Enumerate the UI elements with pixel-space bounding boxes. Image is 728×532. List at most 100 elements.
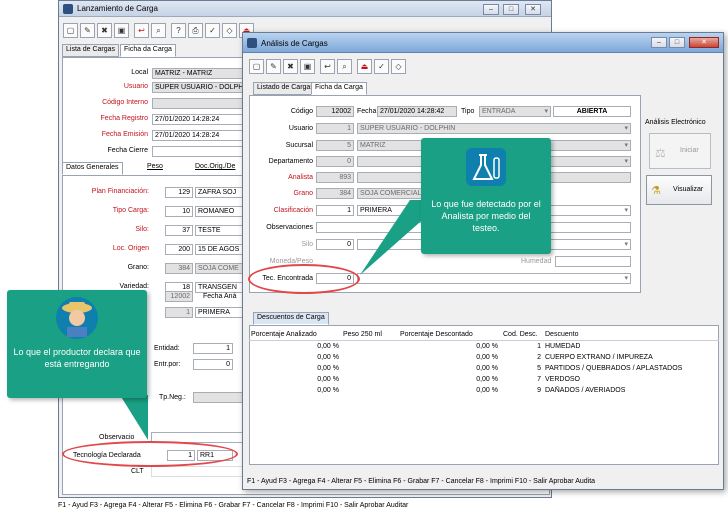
audit-icon[interactable]: ◇ bbox=[222, 23, 237, 38]
analyst-callout: Lo que fue detectado por el Analista por… bbox=[421, 138, 551, 254]
save-icon[interactable]: ▣ bbox=[300, 59, 315, 74]
analyst-callout-text: Lo que fue detectado por el Analista por… bbox=[431, 199, 541, 233]
field-label: Usuario bbox=[288, 125, 313, 132]
fecha-field[interactable]: 27/01/2020 14:28:42 bbox=[377, 106, 457, 117]
undo-icon[interactable]: ↩ bbox=[134, 23, 149, 38]
field-label: CLT bbox=[131, 468, 144, 475]
field-label: Entidad: bbox=[154, 345, 180, 352]
undo-icon[interactable]: ↩ bbox=[320, 59, 335, 74]
edit-icon[interactable]: ✎ bbox=[80, 23, 95, 38]
clt-field[interactable] bbox=[151, 466, 251, 477]
table-cell: 0,00 % bbox=[317, 387, 339, 394]
delete-icon[interactable]: ✖ bbox=[97, 23, 112, 38]
iniciar-button[interactable]: ⚖ Iniciar bbox=[649, 133, 711, 169]
code-field[interactable]: 384 bbox=[165, 263, 193, 274]
humedad-field[interactable] bbox=[555, 256, 631, 267]
new-icon[interactable]: ▢ bbox=[249, 59, 264, 74]
subtab-doc-orig[interactable]: Doc.Orig./De bbox=[192, 162, 238, 175]
table-cell: 7 bbox=[537, 376, 541, 383]
delete-icon[interactable]: ✖ bbox=[283, 59, 298, 74]
analista-code-field[interactable]: 893 bbox=[316, 172, 354, 183]
column-header: Porcentaje Descontado bbox=[400, 331, 473, 338]
subtab-peso[interactable]: Peso bbox=[144, 162, 166, 175]
maximize-button[interactable]: □ bbox=[669, 37, 685, 48]
minimize-button[interactable]: – bbox=[651, 37, 667, 48]
table-cell: 0,00 % bbox=[476, 376, 498, 383]
app-icon bbox=[247, 38, 257, 48]
field-label: Entr.por: bbox=[154, 361, 181, 368]
tab-ficha-carga[interactable]: Ficha da Carga bbox=[120, 44, 176, 57]
field-label: Departamento bbox=[268, 158, 313, 165]
table-cell: 0,00 % bbox=[476, 354, 498, 361]
help-icon[interactable]: ? bbox=[171, 23, 186, 38]
print-icon[interactable]: ⎙ bbox=[188, 23, 203, 38]
window-title: Lanzamiento de Carga bbox=[77, 4, 158, 13]
fecha-emision-field[interactable]: 27/01/2020 14:28:24 bbox=[152, 130, 252, 141]
tab-listado-cargas[interactable]: Listado de Cargas bbox=[253, 82, 318, 95]
tab-lista-cargas[interactable]: Lista de Cargas bbox=[62, 44, 120, 57]
tipo-select[interactable]: ENTRADA bbox=[479, 106, 551, 117]
close-button[interactable]: ✕ bbox=[689, 37, 719, 48]
field-label: Plan Financiación: bbox=[91, 188, 149, 195]
status-bar: F1 - Ayud F3 - Agrega F4 - Alterar F5 - … bbox=[58, 502, 409, 509]
table-cell: 0,00 % bbox=[476, 365, 498, 372]
scale-icon: ⚖ bbox=[655, 146, 666, 160]
entidad-field[interactable]: 1 bbox=[193, 343, 233, 354]
local-field[interactable]: MATRIZ - MATRIZ bbox=[152, 68, 252, 79]
fecha-registro-field[interactable]: 27/01/2020 14:28:24 bbox=[152, 114, 252, 125]
sucursal-code-field[interactable]: 5 bbox=[316, 140, 354, 151]
visualizar-button[interactable]: ⚗ Visualizar bbox=[646, 175, 712, 205]
table-cell: 0,00 % bbox=[317, 343, 339, 350]
approve-icon[interactable]: ✓ bbox=[205, 23, 220, 38]
farmer-avatar-icon bbox=[56, 297, 98, 339]
departamento-code-field[interactable]: 0 bbox=[316, 156, 354, 167]
code-field[interactable]: 1 bbox=[165, 307, 193, 318]
field-label: Código bbox=[290, 108, 313, 115]
entr-por-field[interactable]: 0 bbox=[193, 359, 233, 370]
table-cell: 0,00 % bbox=[476, 343, 498, 350]
close-button[interactable]: ✕ bbox=[525, 4, 541, 15]
usuario-code-field[interactable]: 1 bbox=[316, 123, 354, 134]
search-icon[interactable]: ⌕ bbox=[337, 59, 352, 74]
field-label: Fecha Aná bbox=[203, 293, 237, 300]
tab-ficha-carga[interactable]: Ficha da Carga bbox=[311, 82, 367, 95]
column-header: Descuento bbox=[545, 331, 579, 338]
exit-icon[interactable]: ⏏ bbox=[357, 59, 372, 74]
estado-badge: ABIERTA bbox=[553, 106, 631, 117]
save-icon[interactable]: ▣ bbox=[114, 23, 129, 38]
codigo-interno-field[interactable] bbox=[152, 98, 252, 109]
field-label: Fecha Emisión bbox=[101, 131, 148, 138]
code-field[interactable]: 12002 bbox=[165, 291, 193, 302]
field-label: Fecha bbox=[357, 108, 377, 115]
codigo-field[interactable]: 12002 bbox=[316, 106, 354, 117]
field-label: Sucursal bbox=[285, 142, 313, 149]
table-cell: VERDOSO bbox=[545, 376, 581, 383]
search-icon[interactable]: ⌕ bbox=[151, 23, 166, 38]
code-field[interactable]: 10 bbox=[165, 206, 193, 217]
subtab-datos-generales[interactable]: Datos Generales bbox=[62, 162, 123, 175]
usuario-field[interactable]: SUPER USUARIO - DOLPHIN bbox=[357, 123, 631, 134]
lanzamiento-titlebar[interactable]: Lanzamiento de Carga – □ ✕ bbox=[59, 1, 551, 17]
maximize-button[interactable]: □ bbox=[503, 4, 519, 15]
usuario-field[interactable]: SUPER USUARIO - DOLPH bbox=[152, 82, 252, 93]
grano-code-field[interactable]: 384 bbox=[316, 188, 354, 199]
tab-descuentos[interactable]: Descuentos de Carga bbox=[253, 312, 329, 325]
code-field[interactable]: 200 bbox=[165, 244, 193, 255]
audit-icon[interactable]: ◇ bbox=[391, 59, 406, 74]
edit-icon[interactable]: ✎ bbox=[266, 59, 281, 74]
clasificacion-code-field[interactable]: 1 bbox=[316, 205, 354, 216]
table-cell: HUMEDAD bbox=[545, 343, 581, 350]
code-field[interactable]: 37 bbox=[165, 225, 193, 236]
minimize-button[interactable]: – bbox=[483, 4, 499, 15]
silo-code-field[interactable]: 0 bbox=[316, 239, 354, 250]
field-label: Local bbox=[131, 69, 148, 76]
fecha-cierre-field[interactable] bbox=[152, 146, 252, 157]
code-field[interactable]: 129 bbox=[165, 187, 193, 198]
field-label: Observaciones bbox=[266, 224, 313, 231]
table-cell: 0,00 % bbox=[476, 387, 498, 394]
analisis-titlebar[interactable]: Análisis de Cargas – □ ✕ bbox=[243, 33, 723, 53]
approve-icon[interactable]: ✓ bbox=[374, 59, 389, 74]
new-icon[interactable]: ▢ bbox=[63, 23, 78, 38]
lab-flask-icon bbox=[466, 148, 506, 186]
app-icon bbox=[63, 4, 73, 14]
